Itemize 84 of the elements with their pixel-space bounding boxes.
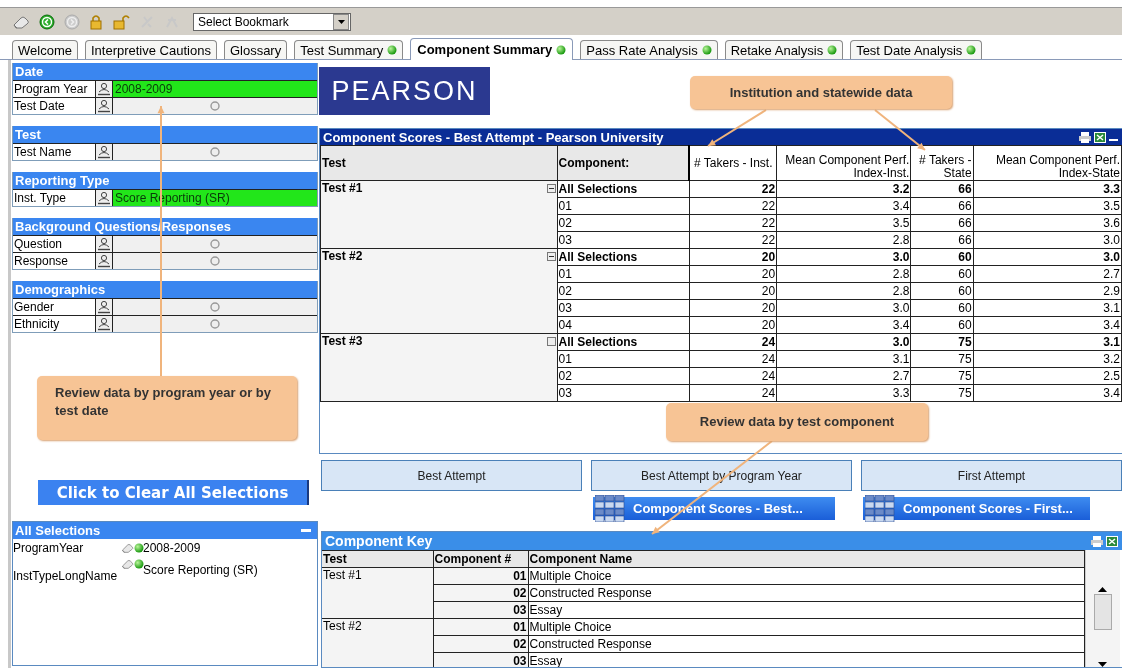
collapse-icon[interactable]	[546, 184, 556, 193]
field-label: Program Year	[13, 81, 96, 97]
field-label: Response	[13, 253, 96, 269]
arrow	[874, 109, 926, 151]
status-dot-icon	[134, 543, 144, 553]
section-header: Test	[13, 126, 317, 143]
dropdown-arrow-icon	[337, 19, 345, 24]
person-icon[interactable]	[97, 254, 111, 268]
tab[interactable]: Glossary	[223, 40, 288, 59]
tab[interactable]: Test Summary	[294, 40, 404, 59]
filter-value[interactable]: 2008-2009	[113, 81, 317, 97]
selection-value: Score Reporting (SR)	[143, 563, 259, 577]
bookmark-dropdown[interactable]: Select Bookmark	[193, 12, 351, 31]
view-button[interactable]: Best Attempt	[321, 460, 582, 491]
eraser-icon[interactable]	[121, 557, 134, 571]
spreadsheet-icon[interactable]	[1094, 131, 1106, 143]
callout: Review data by test component	[666, 403, 928, 441]
column-header[interactable]: Mean Component Perf. Index-State	[973, 145, 1122, 181]
print-icon[interactable]	[1079, 131, 1091, 143]
section-header: Demographics	[13, 281, 317, 298]
field-label: Test Name	[13, 144, 96, 160]
table-cell: Test #3	[320, 333, 558, 402]
person-icon[interactable]	[97, 99, 111, 113]
column-header[interactable]: Test	[320, 145, 558, 181]
tab[interactable]: Pass Rate Analysis	[580, 40, 718, 59]
view-button[interactable]: First Attempt	[861, 460, 1122, 491]
tab[interactable]: Interpretive Cautions	[84, 40, 217, 59]
panel-title: Component Key	[325, 533, 433, 549]
section-header: Reporting Type	[13, 172, 317, 189]
selection-value: 2008-2009	[143, 541, 202, 555]
arrow	[707, 109, 767, 147]
selection-field: InstTypeLongName	[13, 569, 121, 583]
radio-icon[interactable]	[210, 147, 220, 157]
section-header: Date	[13, 63, 317, 80]
column-header[interactable]: Component Name	[528, 550, 1084, 568]
scroll-thumb[interactable]	[1093, 594, 1112, 630]
person-icon[interactable]	[97, 317, 111, 331]
column-header[interactable]: Component:	[557, 145, 690, 181]
eraser-icon[interactable]	[12, 14, 30, 29]
panel-title: All Selections	[15, 522, 101, 539]
callout: Review data by program year or by test date	[37, 376, 297, 440]
collapse-icon[interactable]	[546, 252, 556, 261]
status-dot-icon	[134, 559, 144, 569]
eraser-icon[interactable]	[121, 541, 134, 555]
person-icon[interactable]	[97, 300, 111, 314]
tab[interactable]: Welcome	[12, 40, 78, 59]
field-label: Ethnicity	[13, 316, 96, 332]
radio-icon[interactable]	[210, 101, 220, 111]
tab[interactable]: Test Date Analysis	[850, 40, 983, 59]
column-header[interactable]: Test	[322, 550, 433, 568]
clear-selections-button[interactable]: Click to Clear All Selections	[38, 480, 309, 505]
tab[interactable]: Retake Analysis	[724, 40, 844, 59]
table-cell: Test #1	[320, 180, 558, 249]
table-cell: Test #1	[322, 567, 433, 619]
grid-icon	[865, 495, 895, 522]
column-header[interactable]: Component #	[433, 550, 528, 568]
column-header[interactable]: # Takers - State	[910, 145, 974, 181]
person-icon[interactable]	[97, 237, 111, 251]
callout: Institution and statewide data	[690, 76, 952, 109]
selection-field: ProgramYear	[13, 541, 121, 555]
back-icon[interactable]	[39, 13, 55, 30]
field-label: Gender	[13, 299, 96, 315]
panel-title: Component Scores - Best Attempt - Pearson University	[323, 129, 664, 145]
logo: PEARSON	[319, 67, 490, 115]
column-header[interactable]: Mean Component Perf. Index-Inst.	[776, 145, 911, 181]
person-icon[interactable]	[97, 145, 111, 159]
unlock-icon[interactable]	[112, 13, 130, 30]
tab[interactable]: Component Summary	[410, 38, 574, 60]
field-label: Test Date	[13, 98, 96, 114]
column-header[interactable]: # Takers - Inst.	[689, 145, 777, 181]
report-button[interactable]: Component Scores - First...	[863, 497, 1090, 520]
forward-icon[interactable]	[64, 13, 80, 30]
scrollbar[interactable]	[1084, 550, 1120, 667]
grid-icon	[595, 495, 625, 522]
lock-icon[interactable]	[89, 13, 103, 30]
field-label: Question	[13, 236, 96, 252]
table-cell: Test #2	[320, 248, 558, 334]
view-button[interactable]: Best Attempt by Program Year	[591, 460, 852, 491]
scroll-up-icon[interactable]	[1098, 587, 1107, 592]
person-icon[interactable]	[97, 82, 111, 96]
scroll-down-icon[interactable]	[1098, 662, 1107, 667]
field-label: Inst. Type	[13, 190, 96, 206]
person-icon[interactable]	[97, 191, 111, 205]
table-cell: Test #2	[322, 618, 433, 667]
